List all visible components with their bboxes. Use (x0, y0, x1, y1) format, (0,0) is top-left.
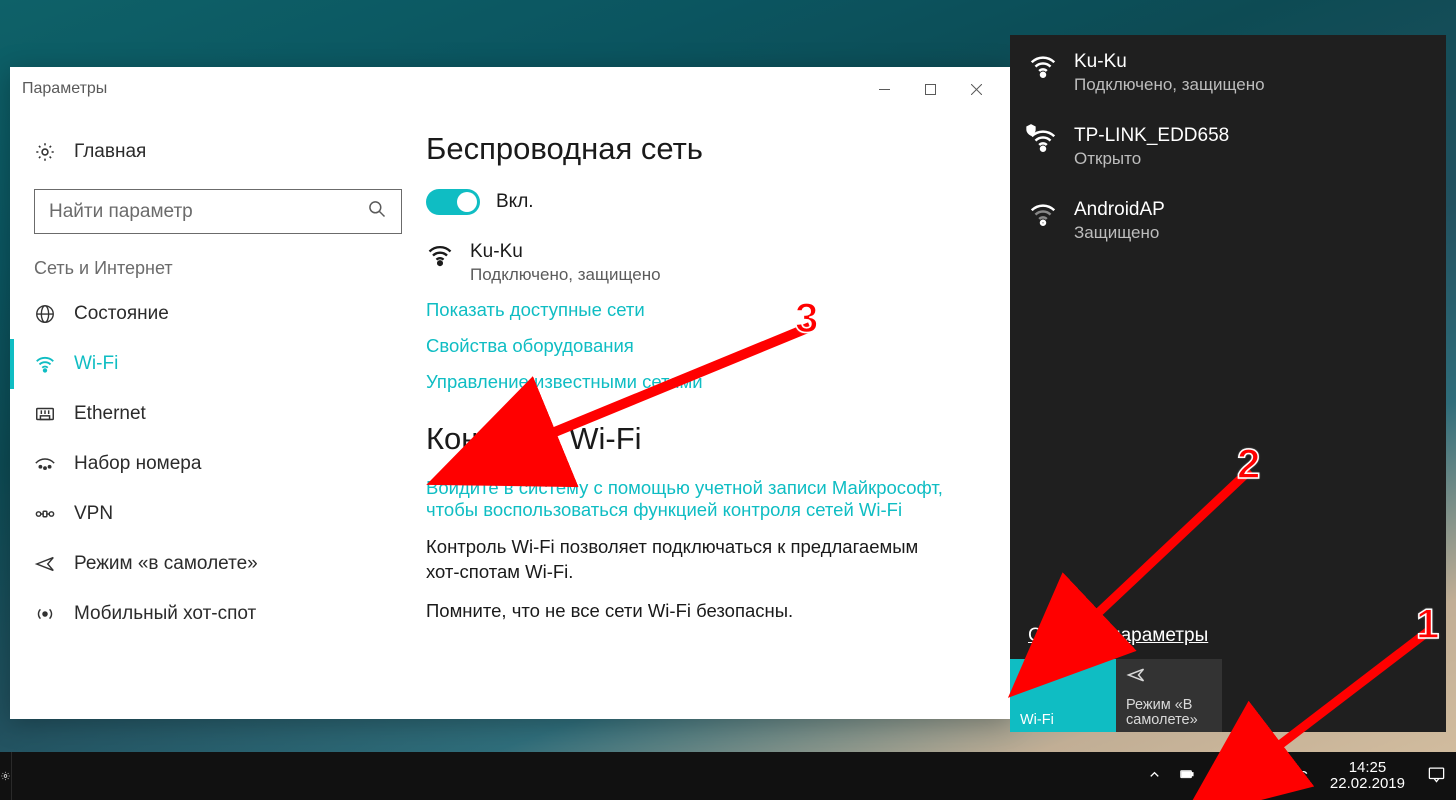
sidebar-item-wifi[interactable]: Wi-Fi (10, 339, 426, 389)
text-hotspot-info: Контроль Wi-Fi позволяет подключаться к … (426, 535, 956, 585)
taskbar-edge[interactable] (0, 752, 12, 800)
close-button[interactable] (953, 74, 999, 104)
flyout-tiles: Wi-Fi Режим «В самолете» (1010, 659, 1222, 732)
minimize-button[interactable] (861, 74, 907, 104)
connected-network-name: Ku-Ku (470, 241, 661, 263)
connected-network[interactable]: Ku-Ku Подключено, защищено (426, 241, 981, 285)
tray-time: 14:25 (1330, 760, 1405, 777)
dialup-icon (34, 453, 56, 475)
heading-wireless: Беспроводная сеть (426, 131, 981, 167)
tray-chevron-up-icon[interactable] (1147, 767, 1162, 786)
wifi-toggle-label: Вкл. (496, 191, 534, 213)
flyout-network-item[interactable]: AndroidAP Защищено (1010, 183, 1446, 257)
flyout-network-name: Ku-Ku (1074, 51, 1265, 73)
settings-window: Параметры Главная (10, 67, 1011, 719)
annotation-number: 3 (795, 294, 818, 342)
sidebar-item-label: VPN (74, 503, 113, 525)
sidebar-item-status[interactable]: Состояние (10, 289, 426, 339)
taskbar[interactable]: РУС 14:25 22.02.2019 (0, 752, 1456, 800)
search-input[interactable] (49, 201, 367, 223)
tray-battery-icon[interactable] (1176, 767, 1198, 786)
search-input-wrap[interactable] (34, 189, 402, 234)
window-title: Параметры (22, 80, 107, 98)
wifi-open-icon (1028, 125, 1058, 155)
annotation-number: 2 (1237, 440, 1260, 488)
wifi-icon (426, 241, 454, 274)
text-remember: Помните, что не все сети Wi-Fi безопасны… (426, 599, 956, 624)
sidebar-home[interactable]: Главная (10, 127, 426, 177)
airplane-icon (1126, 665, 1212, 689)
sidebar-item-label: Набор номера (74, 453, 201, 475)
globe-icon (34, 303, 56, 325)
tile-airplane[interactable]: Режим «В самолете» (1116, 659, 1222, 732)
annotation-number: 1 (1416, 600, 1439, 648)
heading-wifi-control: Контроль Wi-Fi (426, 421, 981, 457)
wifi-toggle[interactable] (426, 189, 480, 215)
flyout-network-status: Открыто (1074, 149, 1229, 169)
tray-date: 22.02.2019 (1330, 776, 1405, 793)
sidebar-item-label: Wi-Fi (74, 353, 118, 375)
airplane-icon (34, 553, 56, 575)
sidebar-item-label: Мобильный хот-спот (74, 603, 256, 625)
tile-wifi-label: Wi-Fi (1020, 712, 1106, 728)
flyout-network-item[interactable]: TP-LINK_EDD658 Открыто (1010, 109, 1446, 183)
tile-airplane-label: Режим «В самолете» (1126, 698, 1212, 728)
link-signin-microsoft[interactable]: Войдите в систему с помощью учетной запи… (426, 477, 956, 521)
flyout-network-status: Защищено (1074, 223, 1165, 243)
system-tray: РУС 14:25 22.02.2019 (1131, 752, 1456, 800)
flyout-network-name: AndroidAP (1074, 199, 1165, 221)
sidebar-item-vpn[interactable]: VPN (10, 489, 426, 539)
sidebar-item-label: Состояние (74, 303, 169, 325)
flyout-settings-link[interactable]: Сетевые параметры (1028, 625, 1208, 647)
sidebar-item-ethernet[interactable]: Ethernet (10, 389, 426, 439)
vpn-icon (34, 503, 56, 525)
flyout-network-status: Подключено, защищено (1074, 75, 1265, 95)
desktop: Параметры Главная (0, 0, 1456, 800)
sidebar-item-airplane[interactable]: Режим «в самолете» (10, 539, 426, 589)
tray-language[interactable]: РУС (1278, 768, 1308, 785)
search-icon (367, 199, 387, 224)
gear-icon (34, 141, 56, 163)
wifi-icon (1028, 199, 1058, 229)
sidebar-home-label: Главная (74, 141, 146, 163)
tray-action-center-icon[interactable] (1427, 765, 1446, 788)
tile-wifi[interactable]: Wi-Fi (1010, 659, 1116, 732)
sidebar-item-label: Режим «в самолете» (74, 553, 258, 575)
hotspot-icon (34, 603, 56, 625)
flyout-network-item[interactable]: Ku-Ku Подключено, защищено (1010, 35, 1446, 109)
tray-clock[interactable]: 14:25 22.02.2019 (1322, 760, 1413, 793)
sidebar-item-label: Ethernet (74, 403, 146, 425)
wifi-icon (1028, 51, 1058, 81)
connected-network-status: Подключено, защищено (470, 265, 661, 285)
wifi-icon (34, 353, 56, 375)
sidebar-category: Сеть и Интернет (10, 252, 426, 289)
window-titlebar[interactable]: Параметры (10, 67, 1011, 111)
ethernet-icon (34, 403, 56, 425)
flyout-network-name: TP-LINK_EDD658 (1074, 125, 1229, 147)
maximize-button[interactable] (907, 74, 953, 104)
tray-wifi-icon[interactable] (1212, 765, 1231, 788)
link-hw-props[interactable]: Свойства оборудования (426, 335, 981, 357)
network-flyout: Ku-Ku Подключено, защищено TP-LINK_EDD65… (1010, 35, 1446, 732)
sidebar-item-hotspot[interactable]: Мобильный хот-спот (10, 589, 426, 639)
link-manage-known[interactable]: Управление известными сетями (426, 371, 981, 393)
wifi-icon (1020, 665, 1106, 689)
link-show-available[interactable]: Показать доступные сети (426, 299, 981, 321)
settings-content: Беспроводная сеть Вкл. Ku-Ku Подключено,… (426, 111, 1011, 719)
sidebar-item-dialup[interactable]: Набор номера (10, 439, 426, 489)
tray-volume-icon[interactable] (1245, 765, 1264, 788)
settings-sidebar: Главная Сеть и Интернет Состояние (10, 111, 426, 719)
